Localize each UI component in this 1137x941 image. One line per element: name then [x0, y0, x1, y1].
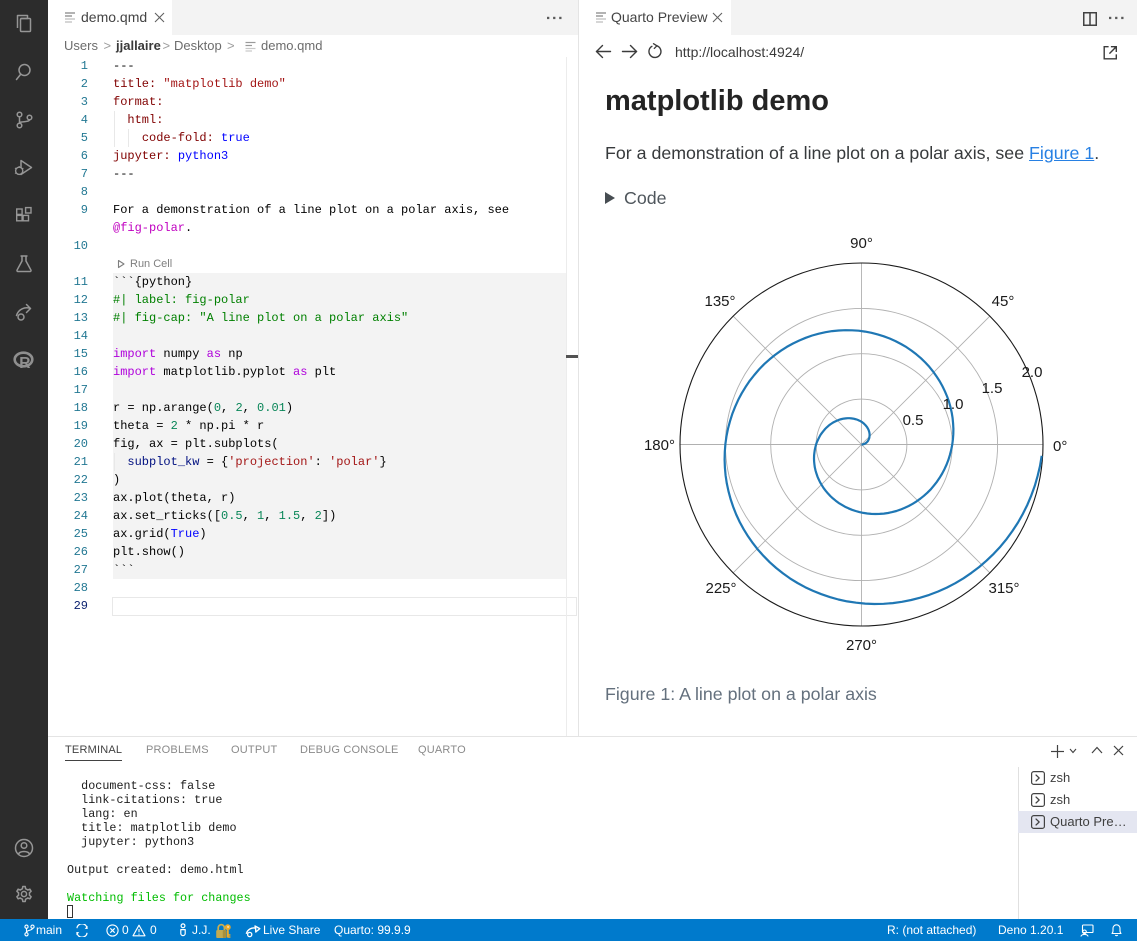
svg-text:90°: 90° — [850, 235, 873, 252]
svg-text:1.0: 1.0 — [943, 396, 964, 413]
svg-text:1.5: 1.5 — [982, 380, 1003, 397]
svg-text:225°: 225° — [705, 580, 736, 597]
svg-text:0°: 0° — [1053, 438, 1067, 455]
svg-text:180°: 180° — [644, 437, 675, 454]
svg-text:315°: 315° — [988, 580, 1019, 597]
svg-text:135°: 135° — [704, 293, 735, 310]
svg-text:0.5: 0.5 — [903, 412, 924, 429]
svg-text:R: R — [19, 355, 30, 372]
svg-text:45°: 45° — [992, 293, 1015, 310]
svg-text:270°: 270° — [846, 637, 877, 654]
svg-text:2.0: 2.0 — [1022, 364, 1043, 381]
